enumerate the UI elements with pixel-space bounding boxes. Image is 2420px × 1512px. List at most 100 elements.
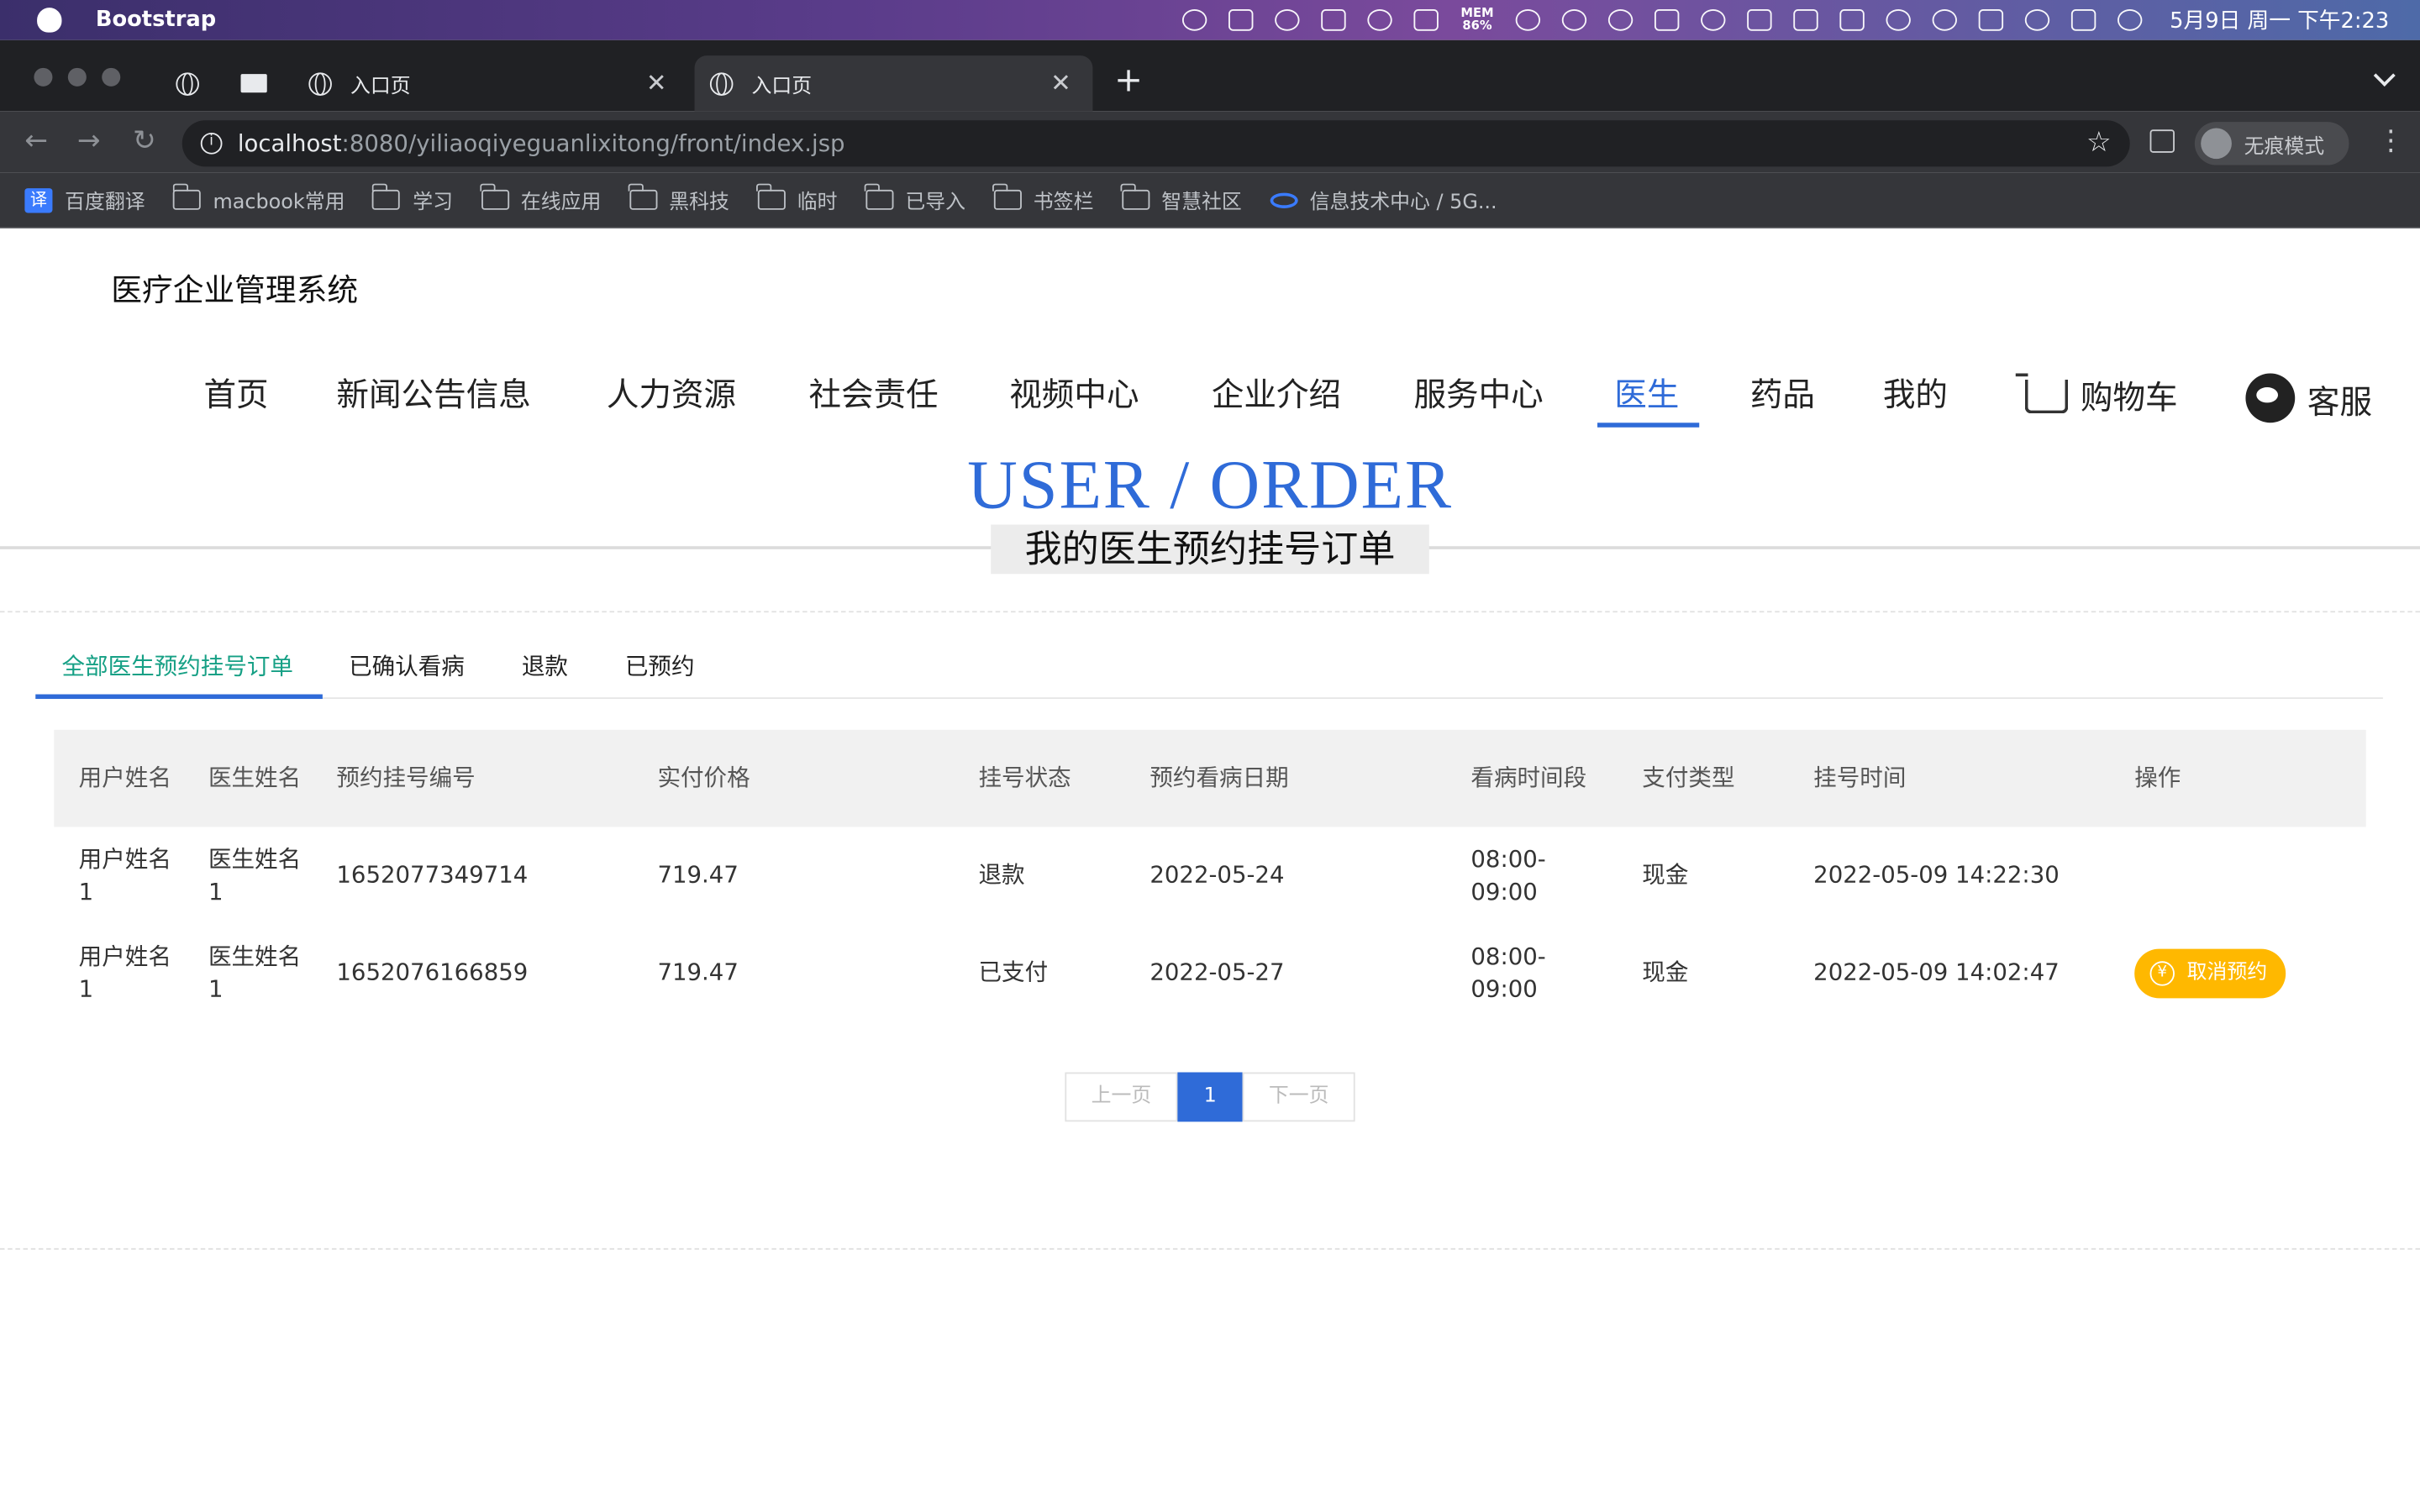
wifi-icon[interactable]	[1886, 9, 1911, 31]
bookmark-label: 已导入	[905, 191, 965, 215]
column-header: 看病时间段	[1470, 764, 1587, 792]
nav-customer-service[interactable]: 客服	[2245, 373, 2372, 424]
bookmark-star-icon[interactable]: ☆	[2086, 127, 2112, 160]
nav-company-intro[interactable]: 企业介绍	[1212, 370, 1341, 417]
stop-icon[interactable]	[1275, 9, 1301, 31]
notification-icon[interactable]	[1515, 9, 1540, 31]
control-center-icon[interactable]	[2070, 9, 2096, 31]
service-label: 客服	[2307, 384, 2373, 422]
globe-icon	[308, 71, 332, 95]
nav-hr[interactable]: 人力资源	[607, 370, 736, 417]
minimize-window-button[interactable]	[67, 67, 87, 87]
user-icon[interactable]	[1932, 9, 1957, 31]
back-arrow-icon[interactable]: ←	[24, 126, 48, 158]
close-tab-icon[interactable]: ✕	[1050, 68, 1071, 97]
app-status-icon[interactable]	[1414, 9, 1439, 31]
battery-icon[interactable]	[1839, 9, 1865, 31]
nav-social-responsibility[interactable]: 社会责任	[808, 370, 938, 417]
apple-icon[interactable]	[37, 8, 62, 33]
app-name[interactable]: Bootstrap	[96, 8, 216, 32]
price-cell: 719.47	[657, 860, 739, 889]
time-slot-cell: 08:00-09:00	[1470, 844, 1546, 906]
s-app-icon[interactable]	[1978, 9, 2003, 31]
nav-cart[interactable]: 购物车	[2015, 373, 2178, 419]
nav-medicine[interactable]: 药品	[1750, 370, 1815, 417]
microphone-icon[interactable]	[1182, 9, 1208, 31]
siri-icon[interactable]	[2117, 9, 2143, 31]
browser-menu-icon[interactable]: ⋮	[2377, 126, 2405, 158]
bookmark-fanyi[interactable]: 译百度翻译	[24, 185, 145, 214]
nav-doctor[interactable]: 医生	[1614, 370, 1679, 417]
bookmark-folder[interactable]: macbook常用	[171, 183, 345, 214]
incognito-label: 无痕模式	[2244, 134, 2325, 159]
fan-icon[interactable]	[1700, 9, 1726, 31]
pinned-tab[interactable]	[240, 55, 272, 111]
nav-mine[interactable]: 我的	[1883, 370, 1948, 417]
browser-tab-strip: 入口页 ✕ 入口页 ✕ +	[0, 39, 2420, 112]
memory-indicator[interactable]: MEM 86%	[1460, 7, 1493, 32]
nav-service-center[interactable]: 服务中心	[1413, 370, 1543, 417]
maximize-window-button[interactable]	[102, 67, 121, 87]
translate-icon: 译	[24, 187, 53, 213]
new-tab-button[interactable]: +	[1114, 64, 1143, 98]
prev-page-button[interactable]: 上一页	[1065, 1072, 1178, 1122]
pinned-tab[interactable]	[176, 55, 207, 111]
table-row: 用户姓名1 医生姓名1 1652076166859 719.47 已支付 202…	[54, 924, 2365, 1021]
url-text[interactable]: localhost:8080/yiliaoqiyeguanlixitong/fr…	[238, 129, 845, 157]
nav-video-center[interactable]: 视频中心	[1009, 370, 1139, 417]
nav-home[interactable]: 首页	[203, 370, 268, 417]
address-bar[interactable]: i localhost:8080/yiliaoqiyeguanlixitong/…	[182, 120, 2130, 167]
incognito-indicator[interactable]: 无痕模式	[2194, 122, 2349, 165]
site-info-icon[interactable]: i	[200, 132, 223, 155]
globe-icon	[709, 71, 734, 95]
next-page-button[interactable]: 下一页	[1242, 1072, 1355, 1122]
screen: Bootstrap MEM 86% 5月9日 周一 下午2:23 入口页 ✕ 入…	[0, 0, 2420, 1512]
input-method-icon[interactable]	[1228, 9, 1255, 31]
wechat-icon	[2245, 373, 2296, 423]
page-1-button[interactable]: 1	[1177, 1072, 1243, 1122]
bookmark-folder[interactable]: 智慧社区	[1120, 183, 1242, 214]
bluetooth-icon[interactable]	[1792, 9, 1818, 31]
remote-icon[interactable]	[1368, 9, 1393, 31]
browser-tab-active[interactable]: 入口页 ✕	[694, 55, 1093, 112]
folder-icon	[628, 183, 657, 210]
close-tab-icon[interactable]: ✕	[646, 68, 667, 97]
bookmark-folder[interactable]: 黑科技	[628, 183, 729, 214]
folder-icon	[992, 183, 1022, 210]
bookmark-folder[interactable]: 已导入	[864, 183, 965, 215]
bookmark-label: 信息技术中心 / 5G...	[1309, 191, 1497, 215]
window-icon[interactable]	[1654, 9, 1680, 31]
nav-news[interactable]: 新闻公告信息	[336, 370, 530, 417]
bookmark-link[interactable]: 信息技术中心 / 5G...	[1269, 185, 1497, 215]
tab-search-chevron-icon[interactable]	[2373, 65, 2396, 87]
tab-confirmed[interactable]: 已确认看病	[349, 649, 465, 682]
bookmark-folder[interactable]: 在线应用	[480, 183, 601, 214]
bookmark-folder[interactable]: 临时	[756, 183, 838, 214]
tab-all-orders[interactable]: 全部医生预约挂号订单	[61, 649, 293, 682]
globe-icon	[176, 71, 199, 95]
tab-refund[interactable]: 退款	[522, 649, 568, 682]
infinity-icon	[1269, 192, 1297, 208]
play-icon[interactable]	[1607, 9, 1633, 31]
spotlight-icon[interactable]	[2024, 9, 2049, 31]
tab-title: 入口页	[350, 75, 411, 98]
cancel-booking-button[interactable]: ¥ 取消预约	[2134, 948, 2286, 998]
password-icon[interactable]	[1561, 9, 1586, 31]
close-window-button[interactable]	[34, 67, 53, 87]
menubar-clock[interactable]: 5月9日 周一 下午2:23	[2170, 5, 2389, 36]
status-area: MEM 86% 5月9日 周一 下午2:23	[1182, 0, 2389, 40]
tab-booked[interactable]: 已预约	[625, 649, 695, 682]
bookmark-folder[interactable]: 学习	[371, 183, 453, 214]
side-panel-icon[interactable]	[2149, 129, 2175, 153]
browser-tab[interactable]: 入口页 ✕	[293, 55, 688, 111]
forward-arrow-icon[interactable]: →	[77, 126, 101, 158]
reload-icon[interactable]: ↻	[133, 126, 156, 158]
pay-type-cell: 现金	[1642, 860, 1689, 889]
column-header: 实付价格	[657, 764, 750, 792]
mac-menubar: Bootstrap MEM 86% 5月9日 周一 下午2:23	[0, 0, 2420, 40]
table-header-row: 用户姓名 医生姓名 预约挂号编号 实付价格 挂号状态 预约看病日期 看病时间段 …	[54, 729, 2366, 827]
display-icon[interactable]	[1746, 9, 1772, 31]
wps-icon[interactable]	[1322, 9, 1347, 31]
section-header: USER / ORDER 我的医生预约挂号订单	[0, 441, 2420, 580]
bookmark-folder[interactable]: 书签栏	[992, 183, 1093, 214]
